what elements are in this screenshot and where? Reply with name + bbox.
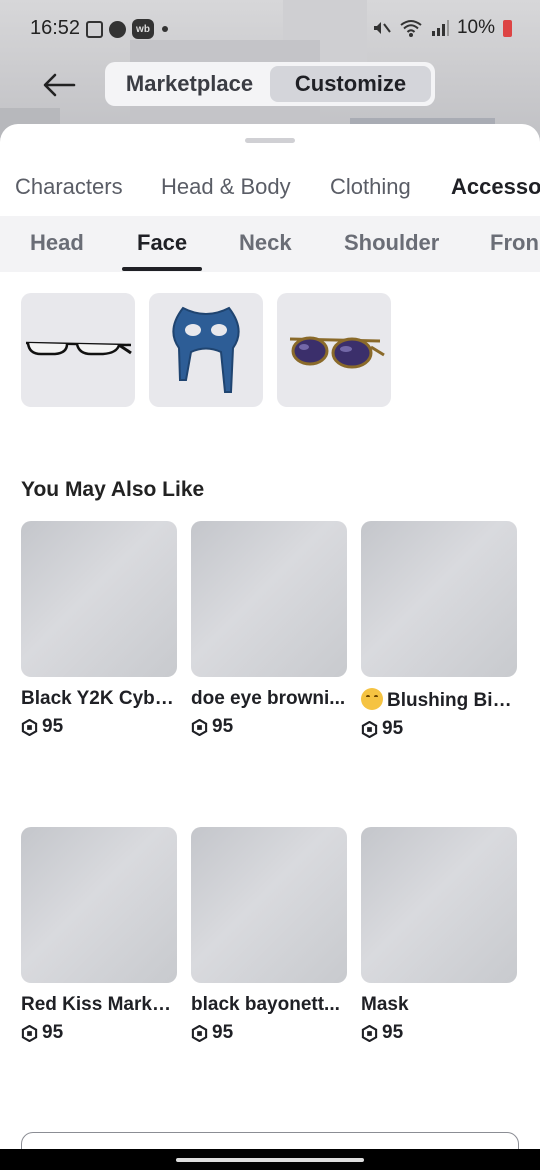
tab-customize[interactable]: Customize [270,66,431,102]
item-name: Red Kiss Marks ... [21,994,177,1015]
robux-icon [361,1024,378,1042]
recommended-item-card[interactable]: black bayonett... 95 [191,827,347,1044]
system-navigation-bar [0,1149,540,1170]
item-name: black bayonett... [191,994,340,1015]
price-value: 95 [42,1022,64,1043]
item-price: 95 [21,716,177,738]
item-name: doe eye browni... [191,688,346,709]
item-thumbnail [21,521,177,677]
recommended-item-card[interactable]: Black Y2K Cybe... 95 [21,521,177,738]
glasses-icon [25,341,132,356]
sunglasses-icon [289,336,385,369]
grinning-face-emoji-icon [361,688,383,710]
category-characters[interactable]: Characters [15,174,123,200]
battery-percent: 10% [456,17,495,38]
back-button[interactable] [40,70,80,100]
item-thumbnail [361,521,517,677]
robux-icon [21,718,38,736]
owned-item-sunglasses[interactable] [277,293,391,407]
item-thumbnail [191,521,347,677]
subtab-face[interactable]: Face [137,230,187,256]
category-accessories[interactable]: Accesso [451,174,540,200]
robux-icon [361,720,378,738]
more-notifications-dot [162,26,168,32]
recommended-item-card[interactable]: Blushing Big ... 95 [361,521,517,740]
item-thumbnail [361,827,517,983]
robux-icon [191,718,208,736]
owned-item-glasses[interactable] [21,293,135,407]
tab-marketplace[interactable]: Marketplace [109,66,270,102]
category-clothing[interactable]: Clothing [330,174,411,200]
active-subtab-indicator [122,267,202,271]
mute-icon [373,22,391,34]
category-tabs: Characters Head & Body Clothing Accesso [0,164,540,214]
item-price: 95 [21,1022,177,1044]
item-thumbnail [21,827,177,983]
price-value: 95 [212,716,234,737]
item-price: 95 [191,716,347,738]
subtab-neck[interactable]: Neck [239,230,292,256]
marketplace-customize-toggle: Marketplace Customize [105,62,435,106]
wifi-icon [400,20,422,37]
signal-icon [431,20,449,36]
price-value: 95 [42,716,64,737]
recommended-item-card[interactable]: doe eye browni... 95 [191,521,347,738]
owned-face-accessories [21,293,391,407]
mask-icon [172,306,240,393]
item-price: 95 [361,1022,517,1044]
recommended-item-card[interactable]: Mask 95 [361,827,517,1044]
item-price: 95 [361,718,517,740]
item-name: Black Y2K Cybe... [21,688,177,709]
item-price: 95 [191,1022,347,1044]
wb-app-icon: wb [132,19,154,39]
item-name: Mask [361,994,409,1015]
home-gesture-handle[interactable] [176,1158,364,1162]
you-may-also-like-title: You May Also Like [21,478,205,501]
arrow-left-icon [43,73,76,97]
subtab-shoulder[interactable]: Shoulder [344,230,439,256]
subtab-front[interactable]: Fron [490,230,539,256]
price-value: 95 [382,1022,404,1043]
robux-icon [191,1024,208,1042]
item-name-row: Blushing Big ... [361,688,517,712]
subtab-head[interactable]: Head [30,230,84,256]
price-value: 95 [212,1022,234,1043]
price-value: 95 [382,718,404,739]
status-bar: 16:52 wb 10% [0,0,540,58]
gallery-icon [86,20,103,38]
robux-icon [21,1024,38,1042]
status-time: 16:52 [30,17,81,39]
item-thumbnail [191,827,347,983]
category-head-body[interactable]: Head & Body [161,174,291,200]
avatar-editor-sheet: Characters Head & Body Clothing Accesso … [0,124,540,1170]
owned-item-mask[interactable] [149,293,263,407]
recommended-item-card[interactable]: Red Kiss Marks ... 95 [21,827,177,1044]
drag-handle[interactable] [245,138,295,143]
item-name: Blushing Big ... [387,690,517,711]
app-notification-icon [109,20,126,38]
accessory-subtabs: Head Face Neck Shoulder Fron [0,216,540,272]
battery-icon [503,19,512,37]
